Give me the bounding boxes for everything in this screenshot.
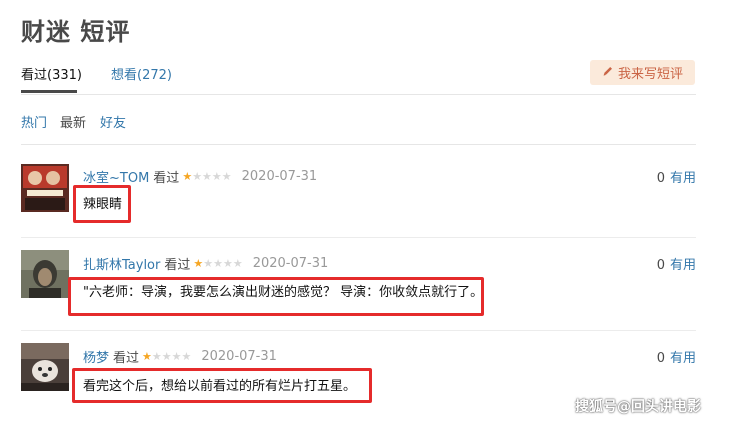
avatar[interactable] [21, 250, 69, 298]
comment-meta: 杨梦 看过 ★★★★★ 2020-07-31 [83, 347, 277, 366]
rating-stars: ★★★★★ [182, 170, 232, 183]
tab-watched[interactable]: 看过(331) [21, 64, 82, 83]
pencil-icon [602, 65, 614, 81]
comment-username[interactable]: 扎斯林Taylor [83, 254, 160, 273]
useful-button[interactable]: 有用 [670, 171, 696, 186]
comment-status: 看过 [153, 171, 180, 186]
comment-date: 2020-07-31 [241, 169, 318, 184]
vote-area: 0 有用 [657, 254, 696, 273]
highlight-box [72, 368, 372, 403]
rating-stars: ★★★★★ [142, 350, 192, 363]
comment-username[interactable]: 杨梦 [83, 347, 109, 366]
write-review-button[interactable]: 我来写短评 [590, 60, 695, 85]
avatar[interactable] [21, 164, 69, 212]
page-title: 财迷 短评 [21, 18, 131, 46]
comment-meta: 扎斯林Taylor 看过 ★★★★★ 2020-07-31 [83, 254, 328, 273]
highlight-box [73, 185, 131, 223]
vote-area: 0 有用 [657, 347, 696, 366]
filter-friends[interactable]: 好友 [100, 112, 126, 131]
comment-divider [21, 237, 696, 238]
filter-newest[interactable]: 最新 [60, 112, 86, 131]
comment-date: 2020-07-31 [201, 349, 277, 364]
tab-divider [21, 94, 696, 95]
watermark: 搜狐号@回头讲电影 [575, 399, 701, 415]
active-tab-indicator [21, 90, 77, 93]
useful-button[interactable]: 有用 [670, 351, 696, 366]
avatar[interactable] [21, 343, 69, 391]
comment-divider [21, 330, 696, 331]
tab-want-to-watch[interactable]: 想看(272) [111, 64, 172, 83]
write-review-label: 我来写短评 [617, 67, 683, 82]
highlight-box [68, 277, 484, 316]
vote-count: 0 [656, 351, 665, 366]
comment-meta: 冰室~TOM 看过 ★★★★★ 2020-07-31 [83, 167, 317, 186]
comment-date: 2020-07-31 [252, 256, 329, 271]
comment-status: 看过 [164, 258, 191, 273]
rating-stars: ★★★★★ [193, 257, 243, 270]
vote-count: 0 [656, 258, 665, 273]
filter-divider [21, 144, 696, 145]
useful-button[interactable]: 有用 [670, 258, 696, 273]
vote-count: 0 [656, 171, 665, 186]
vote-area: 0 有用 [657, 167, 696, 186]
filter-hot[interactable]: 热门 [21, 112, 47, 131]
comment-status: 看过 [113, 351, 140, 366]
comment-username[interactable]: 冰室~TOM [83, 167, 149, 186]
